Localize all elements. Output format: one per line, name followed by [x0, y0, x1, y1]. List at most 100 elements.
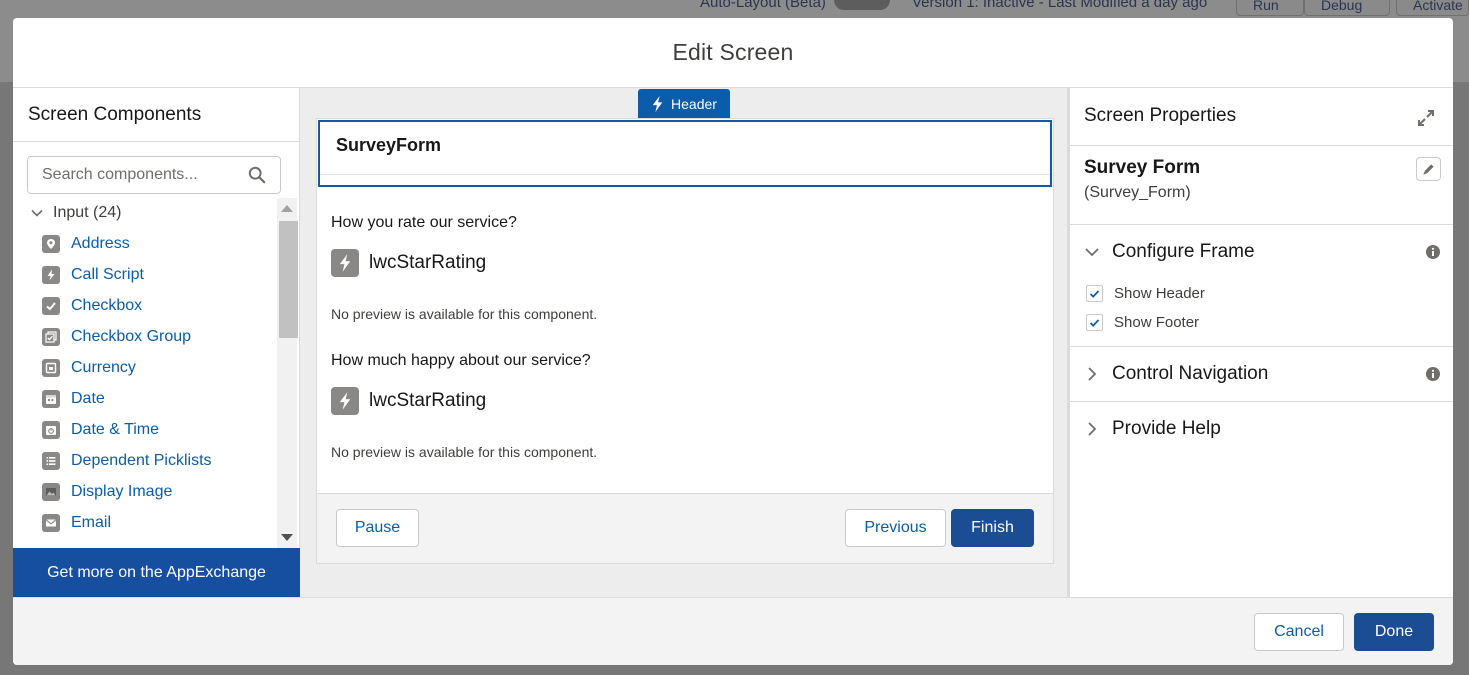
- provide-help-section: Provide Help: [1070, 402, 1453, 456]
- screen-header-section[interactable]: SurveyForm: [318, 120, 1052, 187]
- component-label: Dependent Picklists: [71, 451, 212, 469]
- component-address[interactable]: Address: [13, 228, 275, 259]
- section-title: Configure Frame: [1112, 241, 1255, 262]
- appexchange-link[interactable]: Get more on the AppExchange: [13, 548, 300, 597]
- expand-icon[interactable]: [1417, 109, 1435, 127]
- header-tag-label: Header: [671, 95, 717, 112]
- screen-api-name: (Survey_Form): [1084, 184, 1191, 201]
- section-title: Control Navigation: [1112, 363, 1269, 384]
- component-dependent-picklists[interactable]: Dependent Picklists: [13, 445, 275, 476]
- question-2[interactable]: How much happy about our service?: [331, 352, 591, 370]
- question-1[interactable]: How you rate our service?: [331, 214, 517, 232]
- lightning-icon: [331, 249, 359, 277]
- provide-help-toggle[interactable]: Provide Help: [1070, 402, 1453, 456]
- scroll-up-arrow-icon[interactable]: [281, 205, 293, 212]
- check-icon: [1089, 318, 1100, 327]
- chevron-down-icon: [31, 209, 43, 217]
- edit-name-button[interactable]: [1416, 157, 1441, 181]
- component-email[interactable]: Email: [13, 507, 275, 538]
- show-header-option[interactable]: Show Header: [1070, 279, 1453, 308]
- check-icon: [1089, 289, 1100, 298]
- cancel-button[interactable]: Cancel: [1254, 613, 1344, 651]
- edit-screen-modal: Edit Screen Screen Components Input (24)…: [13, 18, 1453, 665]
- no-preview-text-2: No preview is available for this compone…: [331, 444, 598, 460]
- version-status: Version 1: Inactive - Last Modified a da…: [912, 0, 1208, 11]
- section-title: Provide Help: [1112, 418, 1221, 439]
- component-checkbox[interactable]: Checkbox: [13, 290, 275, 321]
- lightning-icon: [652, 95, 663, 112]
- screen-footer-section[interactable]: Pause Previous Finish: [317, 493, 1053, 563]
- pause-button[interactable]: Pause: [336, 509, 419, 547]
- info-icon[interactable]: [1425, 244, 1441, 260]
- properties-header: Screen Properties: [1070, 88, 1453, 146]
- previous-button[interactable]: Previous: [845, 509, 946, 547]
- component-label: Checkbox Group: [71, 327, 192, 345]
- component-list-scrollbar[interactable]: [277, 198, 298, 548]
- screen-components-panel: Screen Components Input (24) Address Cal…: [13, 88, 300, 597]
- scroll-down-arrow-icon[interactable]: [281, 534, 293, 541]
- currency-icon: [42, 358, 60, 377]
- screen-name-block: Survey Form (Survey_Form): [1070, 146, 1453, 225]
- calendar-icon: [42, 389, 60, 408]
- component-label: Date & Time: [71, 420, 160, 438]
- lightning-icon: [331, 387, 359, 415]
- finish-button[interactable]: Finish: [951, 509, 1034, 547]
- location-icon: [42, 234, 60, 253]
- option-label: Show Footer: [1114, 314, 1200, 331]
- list-icon: [42, 451, 60, 470]
- lwc-label: lwcStarRating: [369, 252, 487, 273]
- divider: [320, 174, 1050, 175]
- search-input[interactable]: [42, 166, 242, 184]
- activate-button: Activate: [1396, 0, 1469, 16]
- group-label: Input (24): [53, 204, 122, 221]
- modal-footer: Cancel Done: [13, 597, 1453, 665]
- show-header-checkbox[interactable]: [1086, 285, 1103, 302]
- search-icon[interactable]: [248, 166, 266, 184]
- screen-preview: SurveyForm How you rate our service? lwc…: [316, 118, 1054, 564]
- component-label: Checkbox: [71, 296, 143, 314]
- screen-properties-panel: Screen Properties Survey Form (Survey_Fo…: [1067, 88, 1453, 597]
- chevron-down-icon: [1085, 248, 1099, 257]
- component-date-time[interactable]: Date & Time: [13, 414, 275, 445]
- input-group-toggle[interactable]: Input (24): [13, 198, 275, 228]
- lwc-label: lwcStarRating: [369, 390, 487, 411]
- screen-canvas: Header SurveyForm How you rate our servi…: [300, 88, 1067, 597]
- check-icon: [42, 296, 60, 315]
- control-navigation-section: Control Navigation: [1070, 347, 1453, 402]
- header-tag[interactable]: Header: [638, 89, 730, 118]
- component-label: Address: [71, 234, 130, 252]
- component-list: Input (24) Address Call Script Checkbox …: [13, 198, 275, 548]
- component-checkbox-group[interactable]: Checkbox Group: [13, 321, 275, 352]
- screen-label: Survey Form: [1084, 157, 1201, 178]
- run-button: Run: [1236, 0, 1304, 16]
- pencil-icon: [1423, 163, 1434, 175]
- done-button[interactable]: Done: [1354, 613, 1434, 651]
- email-icon: [42, 513, 60, 532]
- auto-layout-toggle: [834, 0, 890, 10]
- modal-body: Screen Components Input (24) Address Cal…: [13, 88, 1453, 597]
- lwc-component-1[interactable]: lwcStarRating: [331, 249, 486, 277]
- chevron-right-icon: [1088, 422, 1097, 436]
- chevron-right-icon: [1088, 367, 1097, 381]
- option-label: Show Header: [1114, 285, 1205, 302]
- component-call-script[interactable]: Call Script: [13, 259, 275, 290]
- configure-frame-section: Configure Frame Show Header Show Footer: [1070, 225, 1453, 347]
- properties-title: Screen Properties: [1084, 105, 1237, 126]
- no-preview-text-1: No preview is available for this compone…: [331, 306, 598, 322]
- component-search: [27, 156, 281, 194]
- component-display-image[interactable]: Display Image: [13, 476, 275, 507]
- lwc-component-2[interactable]: lwcStarRating: [331, 387, 486, 415]
- info-icon[interactable]: [1425, 366, 1441, 382]
- configure-frame-toggle[interactable]: Configure Frame: [1070, 225, 1453, 279]
- component-currency[interactable]: Currency: [13, 352, 275, 383]
- scroll-thumb[interactable]: [279, 221, 298, 338]
- component-label: Date: [71, 389, 105, 407]
- modal-header: Edit Screen: [13, 18, 1453, 88]
- component-label: Currency: [71, 358, 136, 376]
- component-label: Call Script: [71, 265, 144, 283]
- show-footer-checkbox[interactable]: [1086, 314, 1103, 331]
- component-date[interactable]: Date: [13, 383, 275, 414]
- multi-check-icon: [42, 327, 60, 346]
- control-navigation-toggle[interactable]: Control Navigation: [1070, 347, 1453, 401]
- show-footer-option[interactable]: Show Footer: [1070, 308, 1453, 337]
